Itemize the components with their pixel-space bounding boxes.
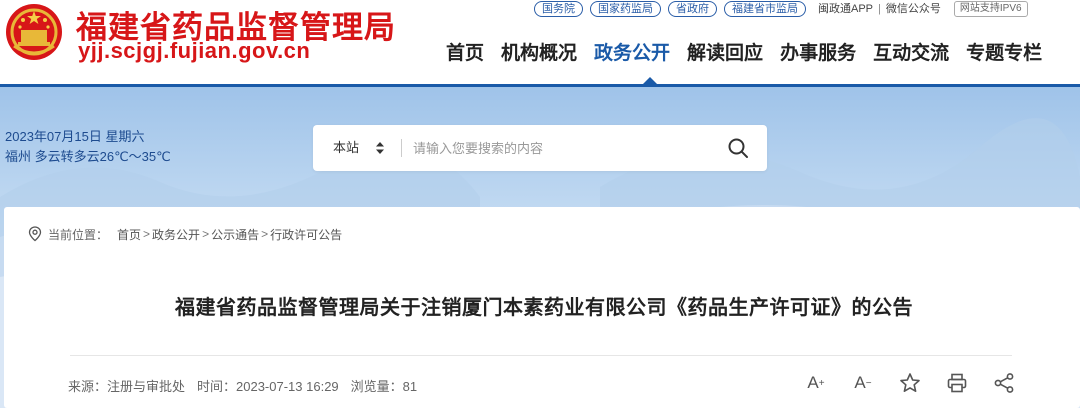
link-wechat[interactable]: 微信公众号 xyxy=(886,1,941,17)
weather-forecast: 福州 多云转多云26℃～35℃ xyxy=(5,149,171,164)
ipv6-badge: 网站支持IPV6 xyxy=(953,1,1028,17)
nav-item-gov-affairs[interactable]: 政务公开 xyxy=(594,38,670,68)
title-divider xyxy=(70,355,1012,356)
article-source: 来源：注册与审批处 xyxy=(68,379,186,394)
search-icon[interactable] xyxy=(727,137,749,159)
weather-date: 2023年07月15日 星期六 xyxy=(5,129,145,144)
article-time: 时间：2023-07-13 16:29 xyxy=(197,379,339,394)
top-links: 国务院 国家药监局 省政府 福建省市监局 闽政通APP | 微信公众号 网站支持… xyxy=(534,1,1028,17)
site-header: 福建省药品监督管理局 yjj.scjgj.fujian.gov.cn 国务院 国… xyxy=(0,0,1080,85)
article-meta: 来源：注册与审批处 时间：2023-07-13 16:29 浏览量：81 xyxy=(68,376,429,395)
breadcrumb-separator: > xyxy=(261,227,269,241)
nav-item-interaction[interactable]: 互动交流 xyxy=(873,38,949,68)
link-provincial-gov[interactable]: 省政府 xyxy=(668,1,717,17)
search-bar: 本站 xyxy=(313,125,767,171)
national-emblem-icon xyxy=(6,4,62,60)
search-divider xyxy=(401,139,402,157)
main-nav: 首页 机构概况 政务公开 解读回应 办事服务 互动交流 专题专栏 xyxy=(446,38,1059,68)
link-fujian-amr[interactable]: 福建省市监局 xyxy=(724,1,806,17)
font-decrease-icon[interactable]: A − xyxy=(851,371,875,395)
breadcrumb-gov-affairs[interactable]: 政务公开 xyxy=(152,226,200,243)
search-scope-select[interactable]: 本站 xyxy=(333,125,359,171)
nav-item-interpretation[interactable]: 解读回应 xyxy=(687,38,763,68)
font-increase-icon[interactable]: A + xyxy=(804,371,828,395)
nav-item-services[interactable]: 办事服务 xyxy=(780,38,856,68)
top-links-separator: | xyxy=(878,3,881,15)
article-title: 福建省药品监督管理局关于注销厦门本素药业有限公司《药品生产许可证》的公告 xyxy=(175,295,913,319)
breadcrumb-notices[interactable]: 公示通告 xyxy=(211,226,259,243)
breadcrumb-home[interactable]: 首页 xyxy=(117,226,141,243)
link-mzt-app[interactable]: 闽政通APP xyxy=(818,1,873,17)
breadcrumb-label: 当前位置： xyxy=(48,227,109,242)
site-url: yjj.scjgj.fujian.gov.cn xyxy=(78,38,311,63)
star-icon[interactable] xyxy=(898,371,922,395)
nav-item-topics[interactable]: 专题专栏 xyxy=(966,38,1042,68)
article-views: 浏览量：81 xyxy=(350,379,418,394)
sort-arrows-icon[interactable] xyxy=(375,141,385,155)
breadcrumb-admin-license[interactable]: 行政许可公告 xyxy=(270,226,342,243)
link-nmpa[interactable]: 国家药监局 xyxy=(590,1,661,17)
breadcrumb: 当前位置： 首页 > 政务公开 > 公示通告 > 行政许可公告 xyxy=(28,225,342,243)
share-icon[interactable] xyxy=(992,371,1016,395)
search-input[interactable] xyxy=(413,133,713,163)
location-pin-icon xyxy=(28,226,42,242)
breadcrumb-separator: > xyxy=(143,227,151,241)
article-tools: A + A − xyxy=(804,371,1039,395)
nav-item-home[interactable]: 首页 xyxy=(446,38,484,68)
article-card: 当前位置： 首页 > 政务公开 > 公示通告 > 行政许可公告 福建省药品监督管… xyxy=(4,207,1080,408)
nav-item-about[interactable]: 机构概况 xyxy=(501,38,577,68)
link-state-council[interactable]: 国务院 xyxy=(534,1,583,17)
breadcrumb-separator: > xyxy=(202,227,210,241)
print-icon[interactable] xyxy=(945,371,969,395)
weather-widget: 2023年07月15日 星期六 福州 多云转多云26℃～35℃ xyxy=(5,127,171,167)
